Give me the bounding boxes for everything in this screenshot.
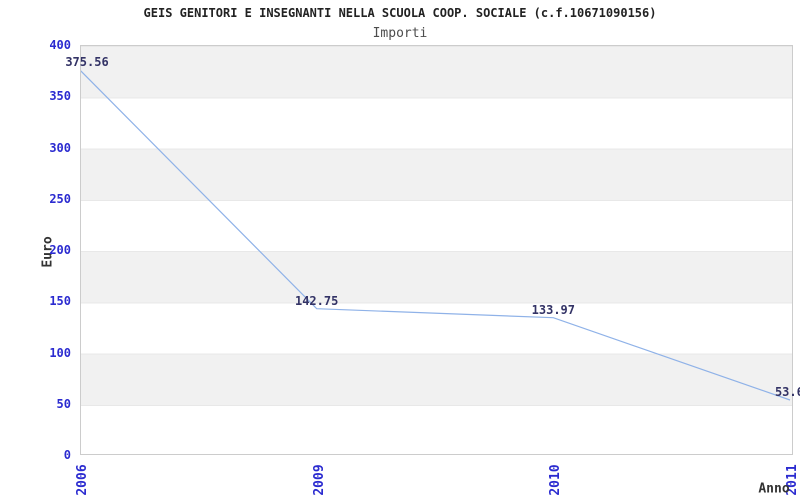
chart-window: GEIS GENITORI E INSEGNANTI NELLA SCUOLA … xyxy=(0,0,800,500)
data-point-label: 375.56 xyxy=(65,55,109,70)
x-tick-label: 2006 xyxy=(75,464,90,496)
plot-area xyxy=(80,45,793,455)
y-tick-label: 200 xyxy=(49,243,71,257)
y-tick-label: 0 xyxy=(63,448,71,462)
y-tick-label: 100 xyxy=(49,345,71,360)
y-tick-label: 350 xyxy=(49,89,71,104)
data-point-label: 142.75 xyxy=(294,293,339,308)
y-tick-label: 250 xyxy=(49,191,71,206)
line-series-svg xyxy=(81,70,791,401)
data-point-label: 53.61 xyxy=(774,385,800,400)
chart-title: GEIS GENITORI E INSEGNANTI NELLA SCUOLA … xyxy=(143,6,657,20)
x-tick-label: 2009 xyxy=(311,464,327,496)
y-tick-label: 400 xyxy=(49,38,71,52)
data-point-label: 133.97 xyxy=(531,302,576,317)
line-series xyxy=(81,70,791,401)
y-tick-label: 50 xyxy=(56,396,71,411)
y-tick-label: 150 xyxy=(49,294,71,309)
y-tick-label: 300 xyxy=(49,140,71,155)
chart-subtitle: Importi xyxy=(372,26,428,41)
x-tick-label: 2010 xyxy=(548,464,564,496)
x-axis-title: Anno xyxy=(758,481,790,497)
